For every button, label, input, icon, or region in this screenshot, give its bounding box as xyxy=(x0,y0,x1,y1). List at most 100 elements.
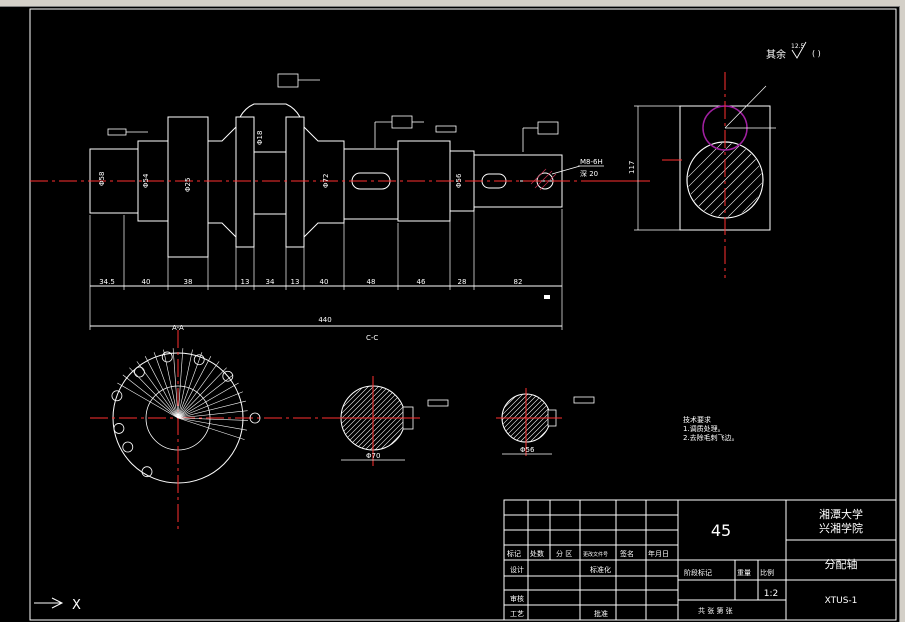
section-cc-label: C-C xyxy=(366,334,378,342)
cad-drawing-canvas[interactable]: 34.5 40 38 13 34 13 40 48 46 28 82 440 Φ… xyxy=(0,0,905,622)
thread-spec: M8-6H xyxy=(580,158,603,166)
side-height: 117 xyxy=(628,161,636,174)
material: 45 xyxy=(711,521,731,540)
notes-title: 技术要求 xyxy=(683,415,711,424)
hatch-line xyxy=(341,386,381,450)
hatch-line xyxy=(502,394,550,442)
svg-text:更改文件号: 更改文件号 xyxy=(583,551,608,558)
drawing-border xyxy=(29,8,897,621)
technical-notes: 技术要求 1.调质处理。 2.去除毛刺飞边。 xyxy=(683,415,739,442)
hatch-line xyxy=(359,386,405,450)
bottom-dimensions: 34.5 40 38 13 34 13 40 48 46 28 82 440 xyxy=(99,278,522,324)
dim-extension-lines xyxy=(89,209,563,330)
ucs-icon: X xyxy=(34,597,81,613)
hatch-line xyxy=(341,386,396,450)
hatch-line xyxy=(530,394,550,442)
hatch-line xyxy=(341,386,401,450)
svg-text:Φ58: Φ58 xyxy=(98,172,106,186)
hatch-line xyxy=(341,386,346,450)
radial-ray xyxy=(129,367,179,419)
bolt-hole xyxy=(134,366,145,378)
svg-text:标准化: 标准化 xyxy=(590,565,611,574)
hatch-line xyxy=(341,386,376,450)
svg-text:Φ72: Φ72 xyxy=(322,174,330,188)
school-line-2: 兴湘学院 xyxy=(819,521,863,535)
hatch-line xyxy=(389,386,405,450)
hatch-line xyxy=(502,394,550,442)
dim-2: 38 xyxy=(184,278,193,286)
svg-text:分 区: 分 区 xyxy=(556,549,572,558)
roughness-paren: ( ) xyxy=(812,49,821,58)
thread-callout: M8-6H 深 20 xyxy=(551,158,604,178)
svg-text:Φ25: Φ25 xyxy=(184,178,192,192)
dim-3: 13 xyxy=(241,278,250,286)
hatch-line xyxy=(502,394,516,442)
svg-text:共 张 第 张: 共 张 第 张 xyxy=(698,606,733,615)
svg-text:阶段标记: 阶段标记 xyxy=(684,568,712,577)
svg-text:审核: 审核 xyxy=(510,594,524,603)
hatch-line xyxy=(502,394,526,442)
notes-item-2: 2.去除毛刺飞边。 xyxy=(683,433,739,442)
dim-0: 34.5 xyxy=(99,278,115,286)
svg-text:处数: 处数 xyxy=(530,549,544,558)
hatch-line xyxy=(341,386,361,450)
svg-text:Φ54: Φ54 xyxy=(142,173,150,188)
hatch-line xyxy=(270,385,340,455)
ucs-x-label: X xyxy=(72,598,81,613)
thread-depth: 深 20 xyxy=(580,169,598,178)
hatch-line xyxy=(535,394,550,442)
svg-text:工艺: 工艺 xyxy=(510,610,524,618)
roughness-label: 其余 xyxy=(766,48,786,61)
hatch-line xyxy=(502,394,506,442)
marker-square xyxy=(544,295,550,299)
drawing-svg: 34.5 40 38 13 34 13 40 48 46 28 82 440 Φ… xyxy=(29,8,897,621)
hatch-line xyxy=(341,386,405,450)
part-name: 分配轴 xyxy=(825,557,858,571)
svg-text:设计: 设计 xyxy=(510,565,524,574)
bolt-hole xyxy=(122,441,134,453)
svg-text:Φ18: Φ18 xyxy=(256,131,264,145)
hatch-line xyxy=(551,392,605,446)
diameter-labels: Φ58 Φ54 Φ25 Φ18 Φ72 Φ56 xyxy=(98,131,463,192)
sec-c-width: Φ70 xyxy=(366,452,380,460)
dim-9: 28 xyxy=(458,278,467,286)
roughness-note: 其余 12.5 ( ) xyxy=(766,41,821,61)
dim-10: 82 xyxy=(514,278,523,286)
hatch-line xyxy=(341,386,371,450)
svg-text:批准: 批准 xyxy=(594,609,608,618)
hatch-line xyxy=(341,386,351,450)
svg-text:比例: 比例 xyxy=(760,568,774,577)
dim-6: 40 xyxy=(320,278,329,286)
notes-item-1: 1.调质处理。 xyxy=(683,424,725,433)
total-length: 440 xyxy=(318,316,331,324)
hatch-line xyxy=(354,386,405,450)
hatch-line xyxy=(446,392,500,446)
dim-4: 34 xyxy=(266,278,275,286)
dim-5: 13 xyxy=(291,278,300,286)
svg-text:重量: 重量 xyxy=(737,569,751,577)
hatch-line xyxy=(515,394,550,442)
radial-ray xyxy=(122,374,179,419)
svg-text:签名: 签名 xyxy=(620,549,634,558)
tolerance-frames xyxy=(107,73,595,407)
radial-ray xyxy=(177,417,245,440)
bolt-hole xyxy=(113,423,125,434)
radial-ray xyxy=(177,374,234,419)
scale: 1:2 xyxy=(764,589,778,599)
dim-8: 46 xyxy=(417,278,426,286)
hatch-line xyxy=(502,394,536,442)
hatch-line xyxy=(364,386,405,450)
dim-1: 40 xyxy=(142,278,151,286)
hatch-line xyxy=(379,386,405,450)
title-block-text: 45 湘潭大学 兴湘学院 分配轴 XTUS-1 1:2 标记 处数 分 区 更改… xyxy=(507,507,863,618)
drawing-number: XTUS-1 xyxy=(825,596,858,606)
section-aa-view: A-A xyxy=(90,324,330,530)
shaft-outline xyxy=(89,103,563,327)
svg-text:Φ56: Φ56 xyxy=(455,173,463,188)
side-view: 117 xyxy=(628,72,776,278)
svg-text:年月日: 年月日 xyxy=(648,549,669,558)
sec-d-width: Φ56 xyxy=(520,446,535,454)
hatch-line xyxy=(502,394,531,442)
dim-7: 48 xyxy=(367,278,376,286)
school-line-1: 湘潭大学 xyxy=(819,507,863,521)
